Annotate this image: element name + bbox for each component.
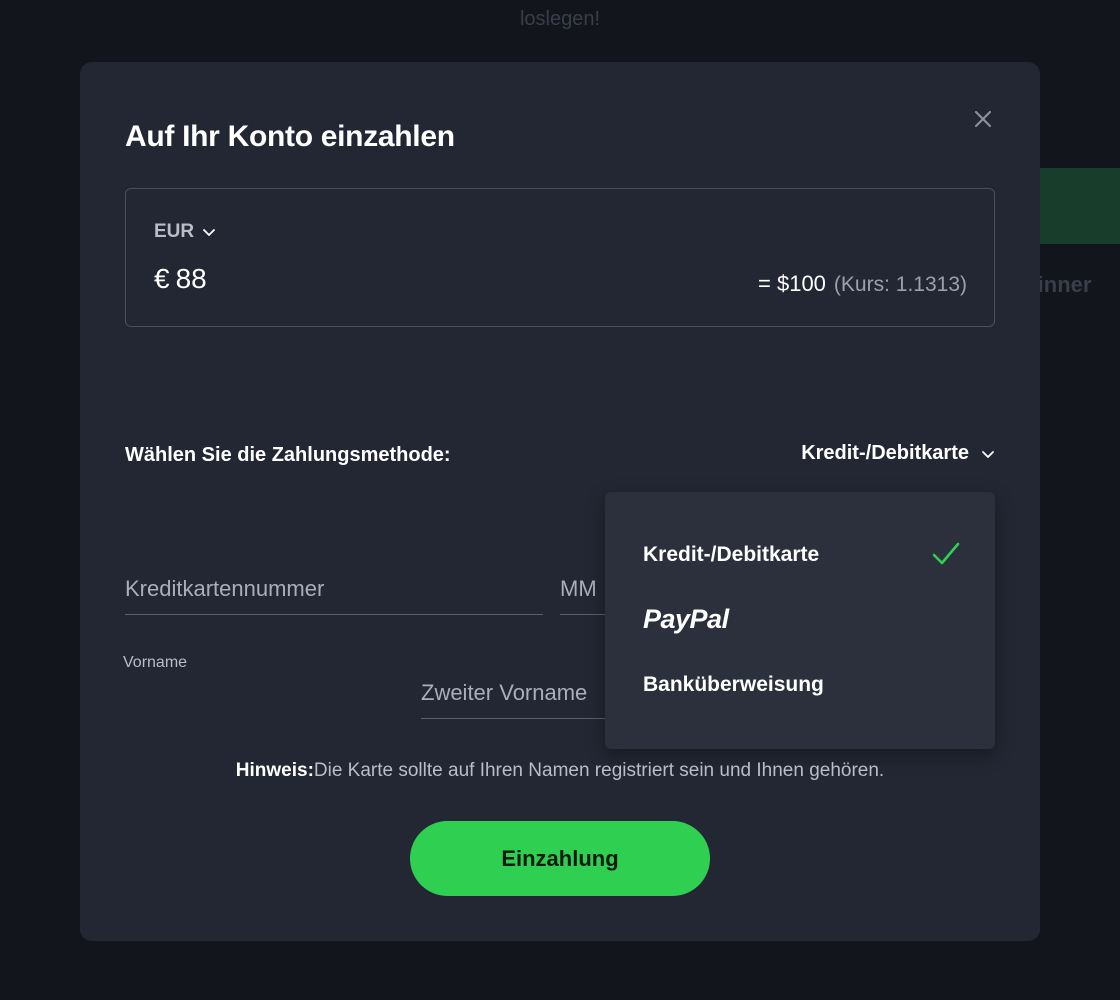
dropdown-option-paypal[interactable]: PayPal: [643, 604, 729, 635]
payment-method-dropdown: Kredit-/Debitkarte PayPal Banküberweisun…: [605, 492, 995, 749]
middle-name-field: [421, 680, 631, 719]
dropdown-option-bank-transfer[interactable]: Banküberweisung: [643, 673, 824, 697]
notice-label: Hinweis:: [235, 760, 314, 781]
converted-amount: = $100: [758, 271, 826, 296]
amount-field: €: [154, 263, 296, 295]
deposit-modal: Auf Ihr Konto einzahlen EUR € = $100 (Ku…: [80, 62, 1040, 941]
middle-name-input[interactable]: [421, 680, 631, 718]
currency-symbol: €: [154, 263, 170, 294]
chevron-down-icon: [203, 229, 216, 236]
exchange-rate: (Kurs: 1.1313): [833, 273, 967, 296]
first-name-label: Vorname: [123, 654, 188, 671]
payment-method-selected: Kredit-/Debitkarte: [801, 442, 969, 464]
notice-text: Hinweis:Die Karte sollte auf Ihren Namen…: [80, 760, 1040, 782]
payment-method-label: Wählen Sie die Zahlungsmethode:: [125, 444, 451, 466]
currency-label: EUR: [154, 221, 195, 242]
card-number-input[interactable]: [125, 576, 543, 614]
notice-message: Die Karte sollte auf Ihren Namen registr…: [313, 760, 885, 781]
amount-input[interactable]: [175, 263, 296, 295]
dropdown-option-card[interactable]: Kredit-/Debitkarte: [643, 543, 819, 567]
conversion-info: = $100 (Kurs: 1.1313): [758, 271, 967, 297]
background-text: loslegen!: [519, 8, 601, 30]
payment-method-select[interactable]: Kredit-/Debitkarte: [801, 442, 995, 465]
currency-select[interactable]: EUR: [154, 221, 216, 243]
modal-title: Auf Ihr Konto einzahlen: [125, 120, 455, 153]
checkmark-icon: [932, 542, 960, 565]
close-icon: [974, 110, 992, 128]
chevron-down-icon: [982, 450, 994, 458]
amount-box: EUR € = $100 (Kurs: 1.1313): [125, 188, 995, 327]
close-button[interactable]: [970, 106, 996, 132]
card-number-field: [125, 576, 543, 615]
deposit-button[interactable]: Einzahlung: [410, 821, 710, 896]
